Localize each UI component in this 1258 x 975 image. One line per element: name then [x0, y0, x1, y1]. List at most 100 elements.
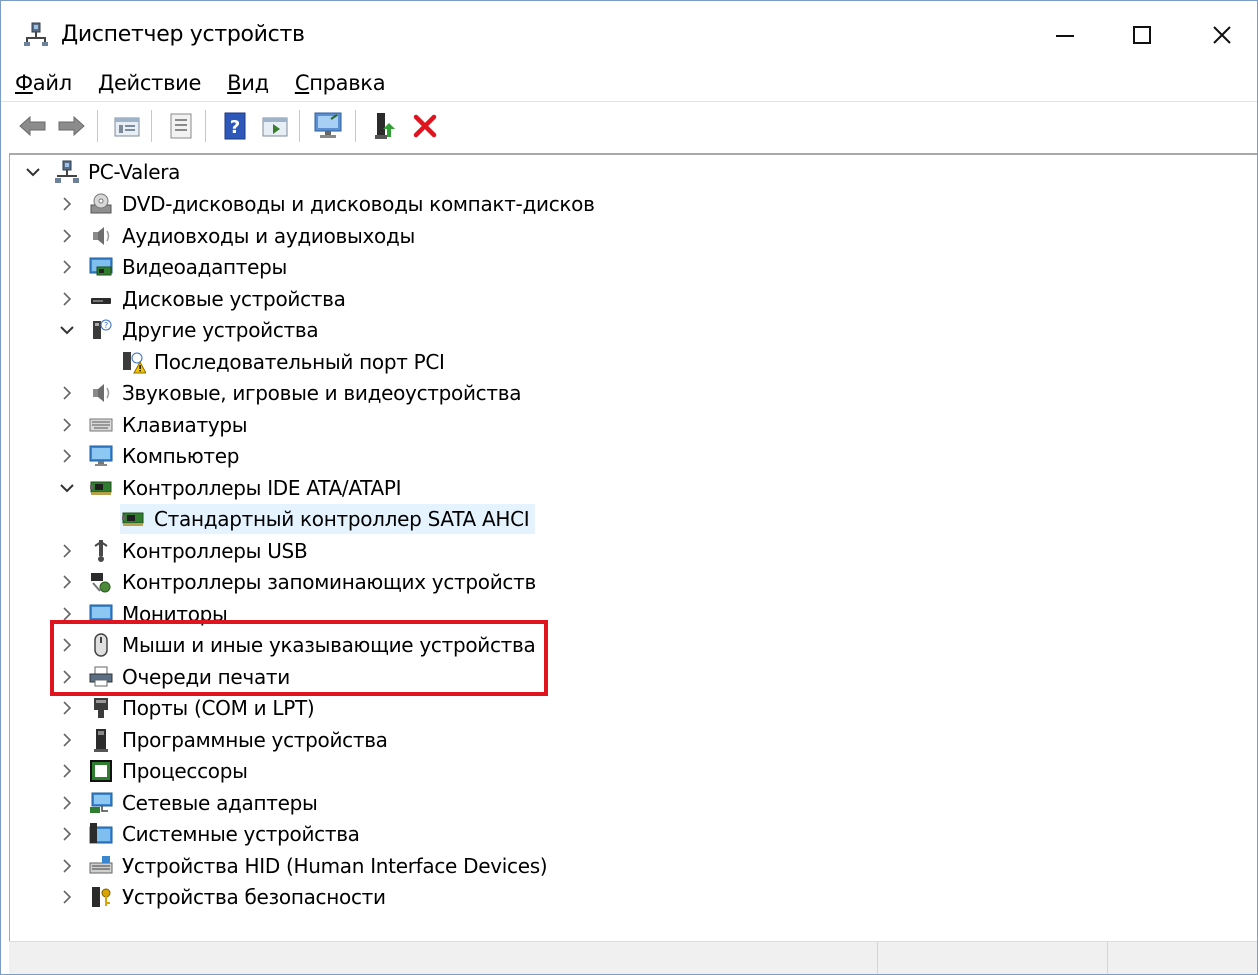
expand-chevron[interactable]: [58, 573, 76, 591]
ide-controller-icon: [90, 481, 112, 495]
speaker-icon: [93, 226, 110, 245]
menu-help[interactable]: Справка: [281, 68, 397, 98]
network-adapter-icon: [90, 792, 113, 813]
device-category[interactable]: Видеоадаптеры: [88, 252, 287, 282]
expand-chevron[interactable]: [58, 479, 76, 497]
tree-item-label: Программные устройства: [122, 727, 388, 752]
tree-item-label: Компьютер: [122, 444, 240, 468]
maximize-icon: [1133, 26, 1151, 44]
chevron-down-icon: [26, 168, 40, 177]
disk-drive-icon: [91, 297, 111, 304]
back-arrow-icon: [19, 115, 46, 137]
expand-chevron[interactable]: [58, 762, 76, 780]
device-category[interactable]: DVD-дисководы и дисководы компакт-дисков: [88, 189, 595, 219]
hid-icon: [89, 855, 113, 873]
device-category[interactable]: Процессоры: [88, 756, 248, 786]
tree-root-label: PC-Valera: [88, 160, 181, 184]
chevron-right-icon: [63, 858, 72, 873]
tree-item-label: Контроллеры запоминающих устройств: [122, 570, 536, 594]
tree-item-label: Другие устройства: [122, 318, 319, 342]
menu-action[interactable]: Действие: [84, 68, 213, 98]
details-button[interactable]: [165, 110, 197, 142]
device-category[interactable]: Аудиовходы и аудиовыходы: [88, 221, 415, 251]
chevron-right-icon: [63, 701, 72, 715]
toolbar-separator: [299, 110, 300, 142]
device-category[interactable]: Клавиатуры: [88, 410, 248, 440]
back-button[interactable]: [17, 110, 49, 142]
tree-item-label: Дисковые устройства: [122, 286, 346, 311]
expand-chevron[interactable]: [58, 447, 76, 465]
update-driver-button[interactable]: [369, 110, 401, 142]
show-hidden-button[interactable]: [259, 110, 291, 142]
status-panel: [1107, 942, 1257, 974]
device-category[interactable]: Устройства HID (Human Interface Devices): [88, 851, 548, 881]
unknown-device-icon: ?: [93, 319, 112, 339]
tree-item-label: Звуковые, игровые и видеоустройства: [122, 381, 522, 405]
menu-file[interactable]: Файл: [1, 68, 84, 98]
device-tree[interactable]: PC-Valera DVD-дисководы и дисководы комп…: [9, 153, 1257, 942]
device-category[interactable]: Программные устройства: [88, 725, 388, 755]
toolbar-separator: [151, 110, 152, 142]
tree-root[interactable]: PC-Valera: [54, 157, 180, 187]
expand-chevron[interactable]: [58, 699, 76, 717]
expand-chevron[interactable]: [58, 258, 76, 276]
warning-device-icon: [123, 351, 146, 373]
expand-chevron[interactable]: [58, 888, 76, 906]
device-manager-window: Диспетчер устройств Файл Действие Вид Сп…: [0, 0, 1258, 975]
device-category[interactable]: Устройства безопасности: [88, 882, 386, 912]
device-manager-icon: [24, 22, 48, 46]
device-item[interactable]: Последовательный порт PCI: [120, 347, 445, 377]
device-category[interactable]: Дисковые устройства: [88, 284, 346, 314]
chevron-right-icon: [63, 827, 72, 841]
tree-item-label: Видеоадаптеры: [122, 255, 288, 279]
device-category[interactable]: Системные устройства: [88, 819, 360, 849]
security-device-icon: [92, 887, 111, 907]
monitor-scan-icon: [314, 112, 342, 138]
device-category[interactable]: Сетевые адаптеры: [88, 788, 318, 818]
title-bar[interactable]: Диспетчер устройств: [1, 1, 1257, 65]
expand-chevron[interactable]: [58, 857, 76, 875]
maximize-button[interactable]: [1113, 15, 1171, 55]
device-category[interactable]: Контроллеры USB: [88, 536, 308, 566]
device-item[interactable]: Стандартный контроллер SATA AHCI: [120, 504, 536, 534]
chevron-right-icon: [63, 575, 72, 589]
device-category[interactable]: Контроллеры запоминающих устройств: [88, 567, 536, 597]
expand-chevron[interactable]: [58, 195, 76, 213]
forward-button[interactable]: [55, 110, 87, 142]
chevron-right-icon: [63, 291, 72, 306]
close-button[interactable]: [1193, 15, 1251, 55]
tree-item-label: Последовательный порт PCI: [154, 349, 445, 374]
tree-item-label: Процессоры: [122, 759, 248, 783]
uninstall-icon: [413, 114, 437, 138]
expand-chevron[interactable]: [58, 227, 76, 245]
menu-view[interactable]: Вид: [213, 68, 281, 98]
chevron-right-icon: [63, 449, 72, 463]
expand-chevron[interactable]: [58, 542, 76, 560]
expand-chevron[interactable]: [58, 384, 76, 402]
chevron-right-icon: [63, 386, 72, 400]
device-category[interactable]: Порты (COM и LPT): [88, 693, 315, 723]
expand-chevron[interactable]: [58, 794, 76, 812]
expand-chevron[interactable]: [58, 731, 76, 749]
device-category[interactable]: ? Другие устройства: [88, 315, 319, 345]
expand-chevron[interactable]: [58, 321, 76, 339]
tree-item-label: Контроллеры IDE ATA/ATAPI: [122, 475, 402, 500]
update-driver-icon: [375, 113, 395, 139]
uninstall-button[interactable]: [409, 110, 441, 142]
expand-chevron[interactable]: [24, 163, 42, 181]
minimize-button[interactable]: [1036, 15, 1094, 55]
computer-root-icon: [55, 160, 79, 183]
expand-chevron[interactable]: [58, 825, 76, 843]
show-hidden-icon: [262, 117, 288, 137]
expand-chevron[interactable]: [58, 290, 76, 308]
properties-icon: [114, 117, 140, 137]
dvd-drive-icon: [90, 193, 112, 214]
help-button[interactable]: ?: [219, 110, 251, 142]
scan-hardware-button[interactable]: [313, 110, 345, 142]
device-category[interactable]: Контроллеры IDE ATA/ATAPI: [88, 473, 402, 503]
expand-chevron[interactable]: [58, 416, 76, 434]
toolbar-separator: [355, 110, 356, 142]
properties-button[interactable]: [111, 110, 143, 142]
device-category[interactable]: Звуковые, игровые и видеоустройства: [88, 378, 521, 408]
device-category[interactable]: Компьютер: [88, 441, 239, 471]
